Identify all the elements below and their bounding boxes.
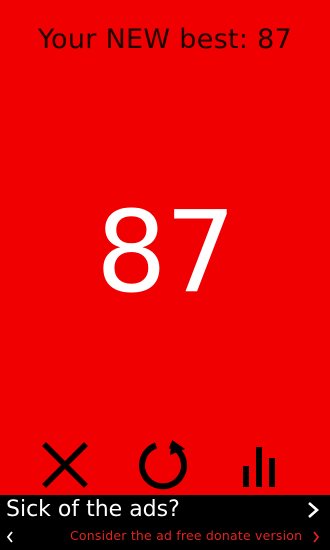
close-icon [42,442,88,488]
ad-banner[interactable]: Sick of the ads? Consider the ad free do… [0,495,330,550]
ad-subtitle-next-button[interactable] [310,529,322,545]
ad-title: Sick of the ads? [6,497,180,522]
restart-button[interactable] [136,438,190,492]
close-button[interactable] [38,438,92,492]
ad-next-button[interactable] [305,500,321,520]
ad-subtitle: Consider the ad free donate version [70,528,303,543]
chevron-right-icon [308,502,319,518]
chevron-left-icon [6,531,13,543]
best-score-label: Your NEW best: 87 [37,24,293,55]
chevron-right-icon [313,531,320,543]
restart-icon [139,440,187,490]
controls-bar [0,438,330,492]
ad-prev-button[interactable] [4,529,16,545]
final-score: 87 [95,188,237,318]
stats-button[interactable] [232,438,286,492]
game-over-screen: Your NEW best: 87 87 Sick of the ads? Co… [0,0,330,550]
bar-chart-icon [243,447,275,487]
